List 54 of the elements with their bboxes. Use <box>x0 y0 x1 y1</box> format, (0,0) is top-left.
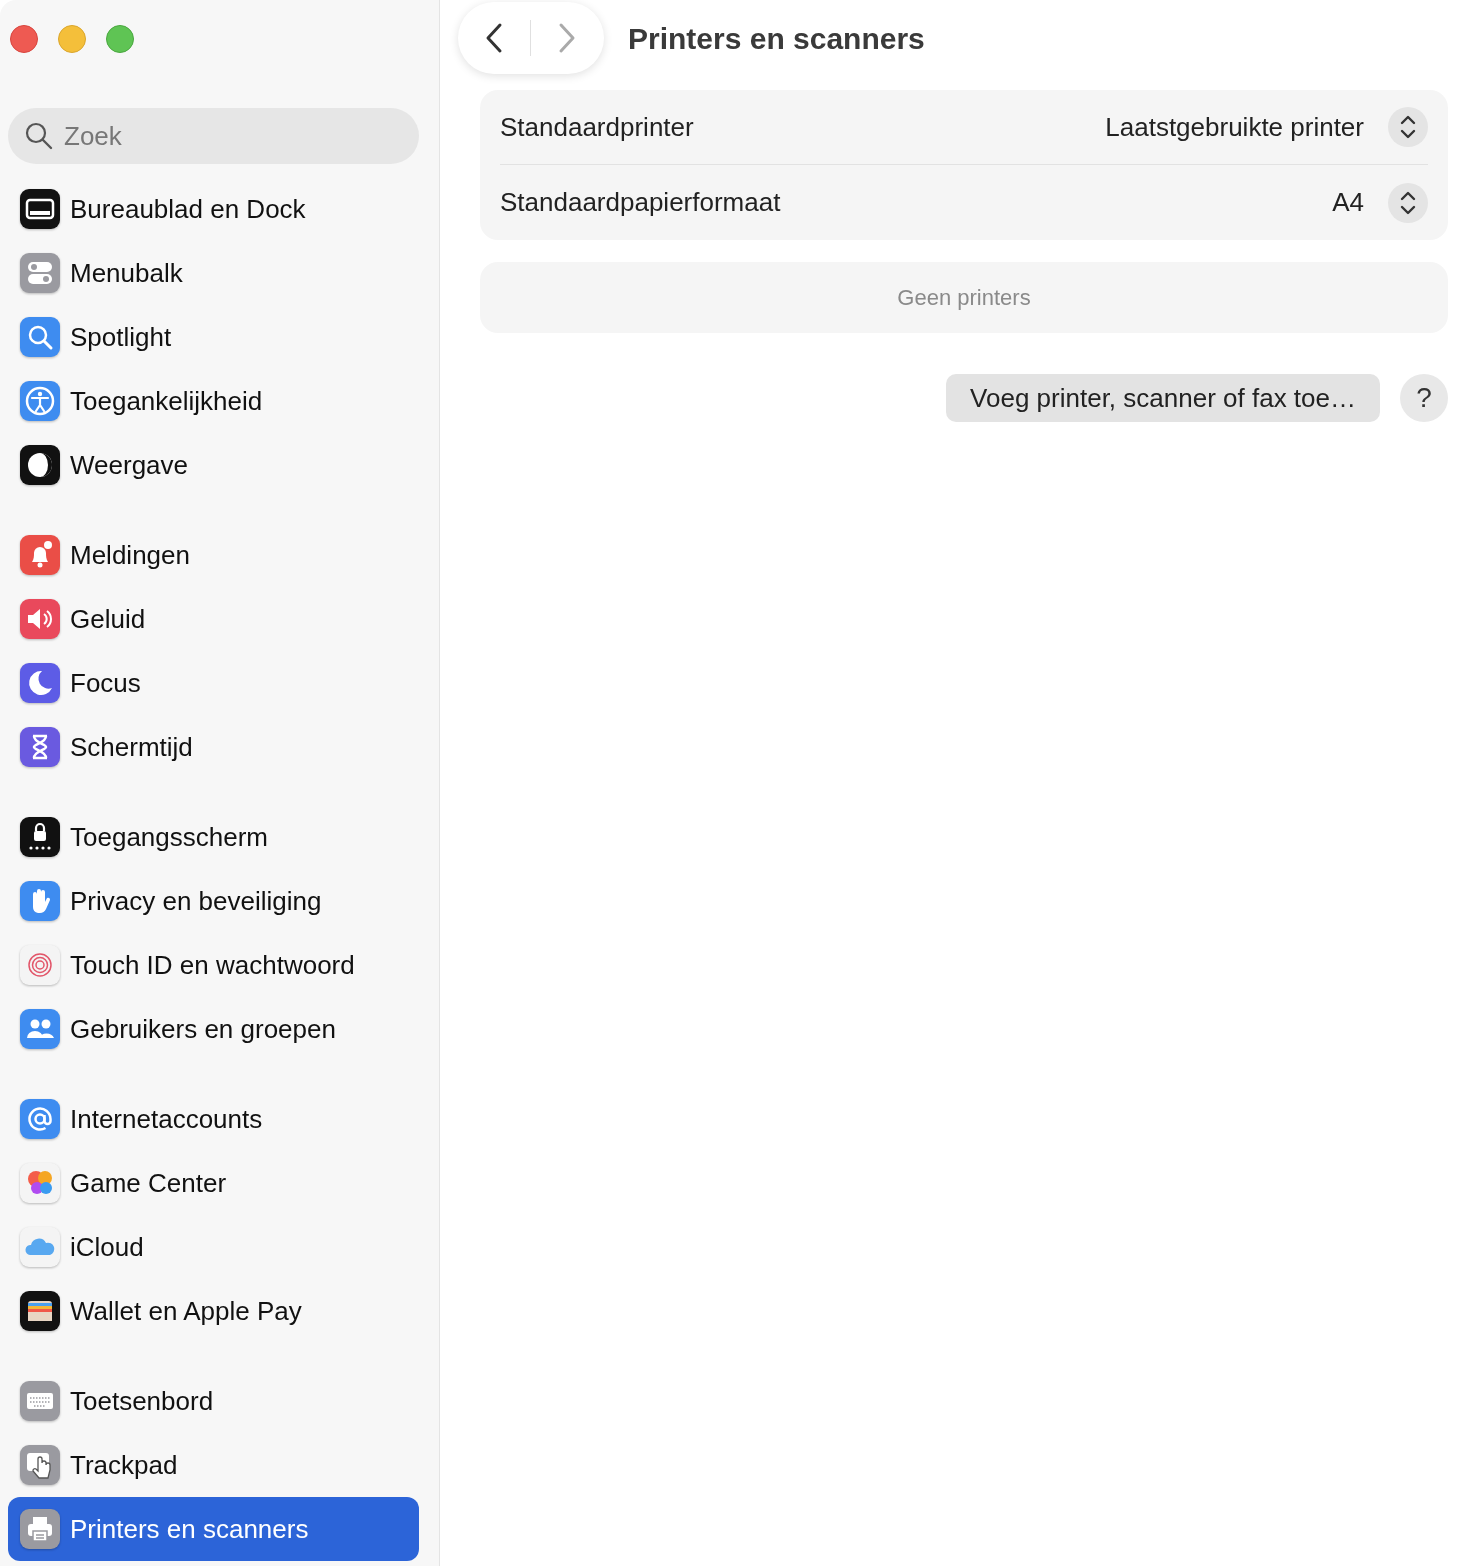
pointing-hand-icon <box>20 1445 60 1485</box>
popup-button[interactable]: Laatstgebruikte printer <box>1105 107 1428 147</box>
hand-icon <box>20 881 60 921</box>
moon-icon <box>20 663 60 703</box>
people-icon <box>20 1009 60 1049</box>
window-title: Printers en scanners <box>628 20 925 57</box>
setting-label: Standaardpapierformaat <box>500 186 782 219</box>
sidebar-item[interactable]: Weergave <box>8 433 419 497</box>
speaker-icon <box>20 599 60 639</box>
dock-icon <box>20 189 60 229</box>
sidebar-item[interactable]: iCloud <box>8 1215 419 1279</box>
sidebar-item[interactable]: Privacy en beveiliging <box>8 869 419 933</box>
sidebar-item[interactable]: Game Center <box>8 1151 419 1215</box>
sidebar-item[interactable]: Focus <box>8 651 419 715</box>
sidebar-item[interactable]: Bureaublad en Dock <box>8 177 419 241</box>
at-sign-icon <box>20 1099 60 1139</box>
stepper-chevrons-icon <box>1388 182 1428 223</box>
wallet-icon <box>20 1291 60 1331</box>
stepper-chevrons-icon <box>1388 107 1428 147</box>
sidebar-item[interactable]: Gebruikers en groepen <box>8 997 419 1061</box>
minimize-button[interactable] <box>58 25 86 53</box>
sidebar-item[interactable]: Toegangsscherm <box>8 805 419 869</box>
sidebar-item[interactable]: Menubalk <box>8 241 419 305</box>
chevron-right-icon <box>557 22 577 54</box>
sidebar-item[interactable]: Trackpad <box>8 1433 419 1497</box>
sidebar-item[interactable]: Touch ID en wachtwoord <box>8 933 419 997</box>
accessibility-icon <box>20 381 60 421</box>
popup-button[interactable]: A4 <box>1332 182 1428 223</box>
sidebar-item[interactable]: Toetsenbord <box>8 1369 419 1433</box>
sidebar-item[interactable]: Internetaccounts <box>8 1087 419 1151</box>
sidebar-item[interactable]: Schermtijd <box>8 715 419 779</box>
setting-label: Standaardprinter <box>500 110 695 144</box>
search-field[interactable]: Zoek <box>8 108 419 164</box>
chevron-left-icon <box>484 22 504 54</box>
appearance-icon <box>20 445 60 485</box>
lock-icon <box>20 817 60 857</box>
search-icon <box>24 121 54 151</box>
sidebar-item[interactable]: Geluid <box>8 587 419 651</box>
toggle-icon <box>20 253 60 293</box>
add-printer-button[interactable]: Voeg printer, scanner of fax toe… <box>946 374 1380 422</box>
printer-icon <box>20 1509 60 1549</box>
keyboard-icon <box>20 1381 60 1421</box>
close-button[interactable] <box>10 25 38 53</box>
sidebar-item[interactable]: Printers en scanners <box>8 1497 419 1561</box>
zoom-button[interactable] <box>106 25 134 53</box>
hourglass-icon <box>20 727 60 767</box>
sidebar-item[interactable]: Meldingen <box>8 523 419 587</box>
sidebar-item[interactable]: Toegankelijkheid <box>8 369 419 433</box>
sidebar-item[interactable]: Wallet en Apple Pay <box>8 1279 419 1343</box>
bell-icon <box>20 535 60 575</box>
magnifier-icon <box>20 317 60 357</box>
help-button[interactable]: ? <box>1400 374 1448 422</box>
sidebar-item[interactable]: Spotlight <box>8 305 419 369</box>
empty-message: Geen printers <box>897 284 1031 312</box>
